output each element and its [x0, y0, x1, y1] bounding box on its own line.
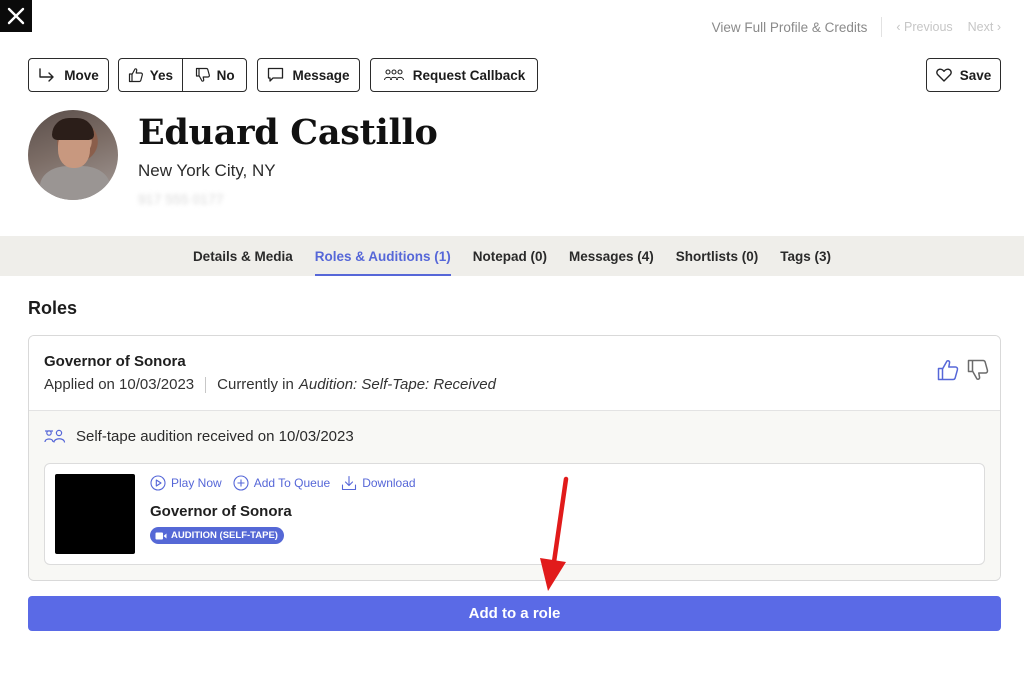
download-icon	[342, 475, 357, 491]
tab-details-media[interactable]: Details & Media	[182, 236, 304, 276]
actor-name: Eduard Castillo	[138, 112, 438, 153]
request-callback-button[interactable]: Request Callback	[370, 58, 538, 92]
thumbs-down-icon	[195, 67, 210, 82]
play-now-link[interactable]: Play Now	[150, 475, 222, 491]
play-now-label: Play Now	[171, 476, 222, 490]
tab-roles-auditions[interactable]: Roles & Auditions (1)	[304, 236, 462, 276]
audition-media-card: Play Now Add To Queue Download Governor …	[44, 463, 985, 565]
move-button-label: Move	[64, 67, 99, 83]
tab-tags[interactable]: Tags (3)	[769, 236, 842, 276]
previous-link[interactable]: ‹ Previous	[896, 20, 952, 34]
current-status-prefix: Currently in	[217, 376, 294, 393]
close-button[interactable]	[0, 0, 32, 32]
actor-phone-blurred: 917 555 0177	[138, 191, 224, 207]
view-full-profile-link[interactable]: View Full Profile & Credits	[712, 20, 868, 35]
video-thumbnail[interactable]	[55, 474, 135, 554]
role-meta: Applied on 10/03/2023 Currently in Audit…	[44, 376, 496, 393]
download-label: Download	[362, 476, 416, 490]
role-thumbs-down-icon[interactable]	[966, 358, 990, 382]
yes-button[interactable]: Yes	[119, 59, 182, 91]
meta-divider	[205, 376, 207, 393]
message-button[interactable]: Message	[257, 58, 360, 92]
plus-circle-icon	[233, 475, 249, 491]
role-card-header: Governor of Sonora Applied on 10/03/2023…	[29, 336, 1000, 411]
yes-button-label: Yes	[149, 67, 174, 83]
tab-messages[interactable]: Messages (4)	[558, 236, 665, 276]
video-camera-icon	[155, 532, 167, 539]
chat-bubble-icon	[268, 67, 284, 82]
role-vote-buttons	[936, 358, 990, 382]
role-card-body: Self-tape audition received on 10/03/202…	[29, 411, 1000, 580]
save-button-label: Save	[959, 67, 992, 83]
tape-status-text: Self-tape audition received on 10/03/202…	[76, 428, 354, 445]
add-to-queue-label: Add To Queue	[253, 476, 331, 490]
heart-icon	[935, 68, 952, 82]
no-button-label: No	[216, 67, 235, 83]
profile-tabs: Details & Media Roles & Auditions (1) No…	[0, 236, 1024, 276]
applied-date: Applied on 10/03/2023	[44, 376, 195, 393]
role-card: Governor of Sonora Applied on 10/03/2023…	[28, 335, 1001, 581]
roles-heading: Roles	[28, 298, 78, 318]
avatar-hair-shape	[52, 118, 94, 140]
audition-type-badge: AUDITION (SELF-TAPE)	[150, 527, 284, 544]
tab-shortlists[interactable]: Shortlists (0)	[665, 236, 770, 276]
self-tape-people-icon	[44, 429, 66, 443]
role-name: Governor of Sonora	[44, 353, 186, 370]
current-status: Audition: Self-Tape: Received	[298, 376, 496, 393]
play-circle-icon	[150, 475, 166, 491]
save-button[interactable]: Save	[926, 58, 1001, 92]
nav-divider	[881, 17, 883, 37]
move-arrow-icon	[39, 68, 54, 82]
audition-type-label: AUDITION (SELF-TAPE)	[171, 530, 278, 541]
thumbs-up-icon	[128, 68, 143, 83]
action-bar: Move Yes No Message Request Callback Sav…	[28, 58, 1001, 92]
callback-people-icon	[383, 69, 404, 81]
profile-navigation: View Full Profile & Credits ‹ Previous N…	[712, 17, 1001, 37]
move-button[interactable]: Move	[28, 58, 109, 92]
avatar-body-shape	[40, 166, 110, 200]
tab-notepad[interactable]: Notepad (0)	[462, 236, 558, 276]
close-icon	[7, 7, 25, 25]
yes-no-group: Yes No	[118, 58, 247, 92]
tape-status-line: Self-tape audition received on 10/03/202…	[44, 428, 354, 445]
role-thumbs-up-icon[interactable]	[936, 358, 960, 382]
message-button-label: Message	[292, 67, 350, 83]
add-to-queue-link[interactable]: Add To Queue	[233, 475, 331, 491]
no-button[interactable]: No	[183, 59, 246, 91]
actor-location: New York City, NY	[138, 161, 276, 180]
add-to-role-button[interactable]: Add to a role	[28, 596, 1001, 631]
download-link[interactable]: Download	[341, 475, 416, 491]
avatar	[28, 110, 118, 200]
media-actions: Play Now Add To Queue Download	[150, 475, 427, 491]
request-callback-label: Request Callback	[412, 67, 526, 83]
next-link[interactable]: Next ›	[968, 20, 1001, 34]
media-title: Governor of Sonora	[150, 503, 292, 520]
